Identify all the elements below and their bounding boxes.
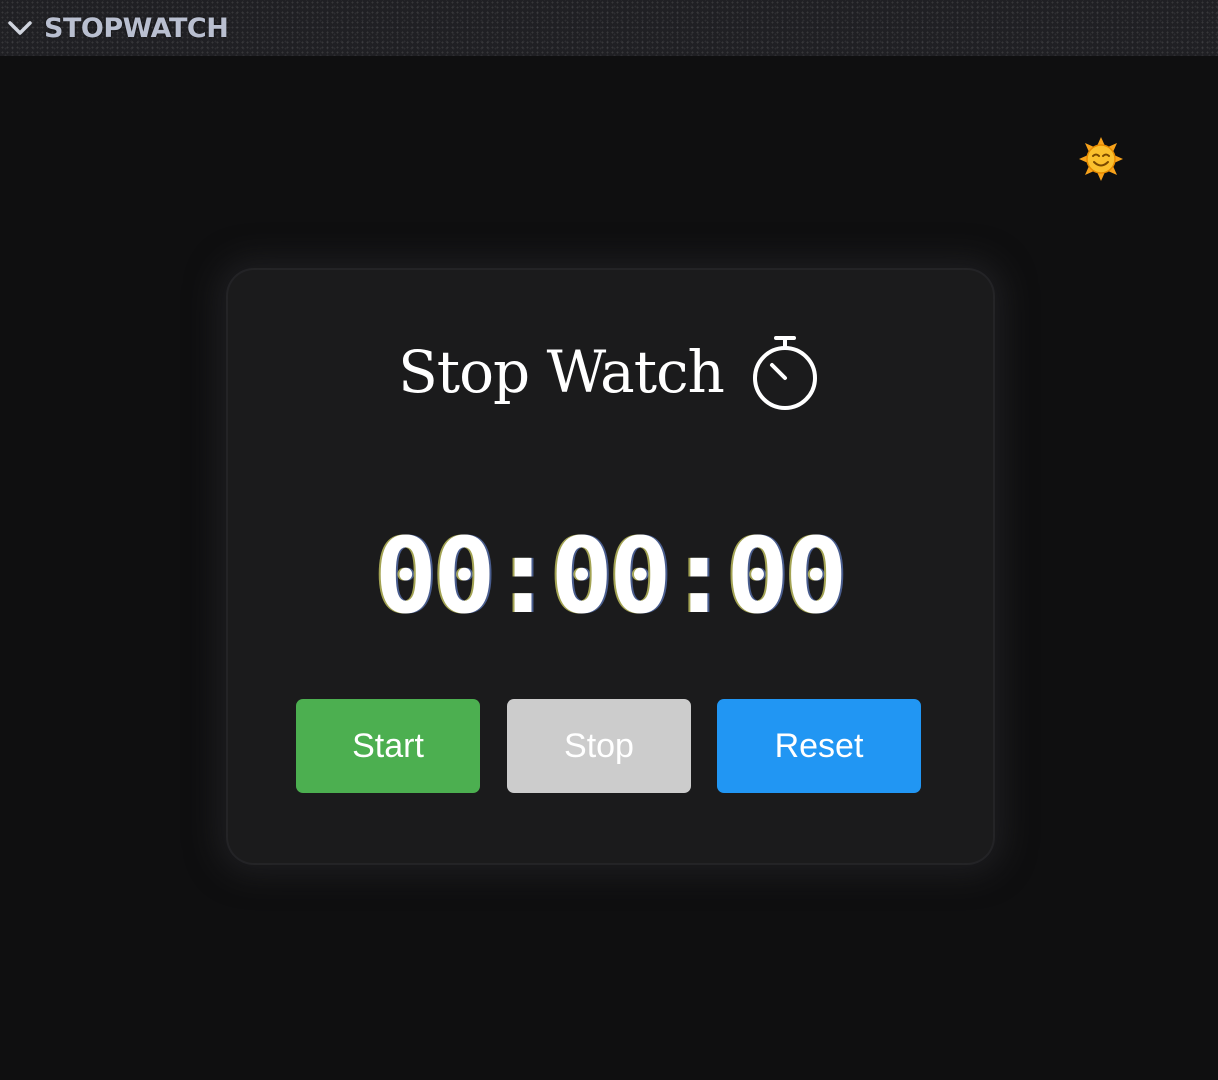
page-title: Stop Watch: [398, 338, 725, 406]
window-title: STOPWATCH: [44, 12, 229, 44]
reset-button[interactable]: Reset: [717, 699, 921, 793]
window-header: STOPWATCH: [0, 0, 1218, 56]
theme-toggle-button[interactable]: [1078, 136, 1124, 182]
start-button[interactable]: Start: [296, 699, 480, 793]
sun-face-icon: [1079, 137, 1123, 181]
stop-button[interactable]: Stop: [507, 699, 691, 793]
stopwatch-icon: [752, 336, 817, 410]
stopwatch-heading: Stop Watch: [0, 332, 1218, 412]
time-display: 00:00:00: [0, 515, 1218, 637]
chevron-down-icon[interactable]: [0, 0, 40, 56]
elapsed-time: 00:00:00: [374, 515, 848, 637]
